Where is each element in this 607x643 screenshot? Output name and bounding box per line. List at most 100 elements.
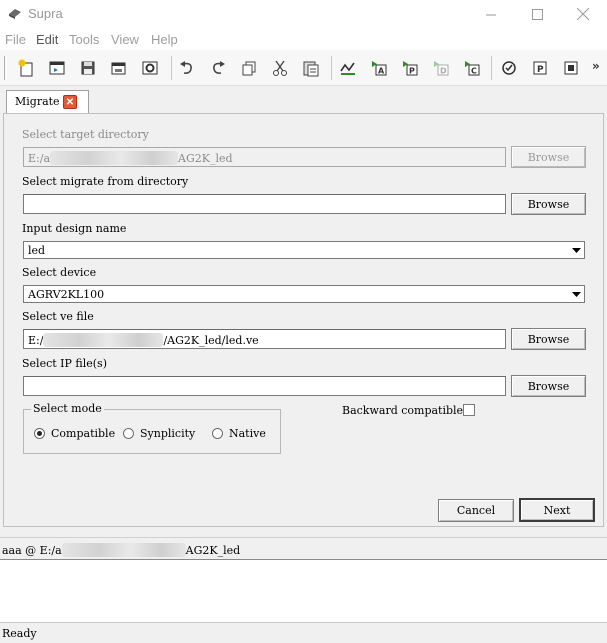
console-header: aaa @ E:/a AG2K_led <box>0 537 607 559</box>
settings-icon <box>142 61 158 75</box>
status-bar: Ready <box>0 624 607 643</box>
run-a-icon: A <box>372 61 387 76</box>
run-p-icon: P <box>403 61 418 76</box>
ip-files-label: Select IP file(s) <box>22 357 107 370</box>
design-name-label: Input design name <box>22 222 127 235</box>
device-value: AGRV2KL100 <box>28 288 105 301</box>
mode-group: Select mode Compatible Synplicity Native <box>23 402 281 454</box>
save-button[interactable] <box>78 58 98 78</box>
design-name-combo[interactable]: led <box>23 241 585 259</box>
menu-view[interactable]: View <box>111 32 139 47</box>
chevron-down-icon[interactable] <box>569 287 583 301</box>
migrate-from-input[interactable] <box>23 194 506 214</box>
svg-text:A: A <box>378 67 385 76</box>
redo-icon <box>213 61 225 74</box>
close-window-button[interactable] <box>560 0 606 28</box>
minimize-icon <box>485 14 496 15</box>
radio-indicator[interactable] <box>212 428 223 439</box>
menu-bar: File Edit Tools View Help <box>0 28 607 50</box>
svg-text:C: C <box>471 67 477 76</box>
toolbar-separator <box>331 56 332 80</box>
mode-legend: Select mode <box>31 402 104 415</box>
chip-button[interactable] <box>561 58 581 78</box>
chevron-down-icon[interactable] <box>569 243 583 257</box>
svg-text:P: P <box>409 67 415 76</box>
program-button[interactable]: P <box>530 58 550 78</box>
open-project-button[interactable] <box>47 58 67 78</box>
paste-button[interactable] <box>301 58 321 78</box>
status-text: Ready <box>2 627 37 640</box>
redacted-blur <box>43 333 164 347</box>
backward-compatible-label: Backward compatible <box>342 404 464 417</box>
radio-synplicity[interactable]: Synplicity <box>123 427 195 440</box>
close-icon <box>577 8 589 20</box>
save-as-icon <box>111 62 126 75</box>
paste-icon <box>303 61 319 77</box>
run-d-button[interactable]: D <box>431 58 451 78</box>
ve-file-value-prefix: E:/ <box>28 334 44 347</box>
app-icon <box>9 9 21 19</box>
radio-label: Compatible <box>51 427 116 440</box>
check-button[interactable] <box>499 58 519 78</box>
new-project-icon <box>18 59 33 77</box>
undo-icon <box>180 61 192 74</box>
backward-compatible-checkbox[interactable] <box>463 404 475 416</box>
toolbar-grip[interactable] <box>4 56 7 80</box>
tab-label: Migrate <box>15 95 60 108</box>
tab-close-icon[interactable]: ✕ <box>63 95 77 109</box>
run-p-button[interactable]: P <box>400 58 420 78</box>
maximize-button[interactable] <box>514 0 560 28</box>
run-c-button[interactable]: C <box>462 58 482 78</box>
target-dir-browse-button[interactable]: Browse <box>511 146 586 168</box>
cancel-button[interactable]: Cancel <box>438 499 514 522</box>
radio-compatible[interactable]: Compatible <box>34 427 115 440</box>
console-output[interactable] <box>0 559 607 623</box>
device-combo[interactable]: AGRV2KL100 <box>23 285 585 303</box>
redo-button[interactable] <box>208 58 228 78</box>
menu-help[interactable]: Help <box>151 32 178 47</box>
tab-migrate[interactable]: Migrate ✕ <box>6 90 89 114</box>
console-path: aaa @ E:/a AG2K_led <box>2 543 240 557</box>
toolbar: A P D C P » <box>0 50 607 86</box>
radio-label: Synplicity <box>140 427 196 440</box>
target-dir-label: Select target directory <box>22 128 149 141</box>
new-project-button[interactable] <box>16 58 36 78</box>
save-as-button[interactable] <box>109 58 129 78</box>
next-button[interactable]: Next <box>519 498 595 522</box>
radio-indicator[interactable] <box>123 428 134 439</box>
undo-button[interactable] <box>177 58 197 78</box>
copy-icon <box>242 61 256 76</box>
console-path-suffix: AG2K_led <box>185 544 241 557</box>
menu-tools[interactable]: Tools <box>69 32 99 47</box>
chip-icon <box>564 61 578 75</box>
menu-edit[interactable]: Edit <box>36 32 58 47</box>
copy-button[interactable] <box>239 58 259 78</box>
console-path-prefix: aaa @ E:/a <box>2 544 62 557</box>
run-a-button[interactable]: A <box>369 58 389 78</box>
target-dir-value-suffix: AG2K_led <box>178 152 233 165</box>
ve-file-browse-button[interactable]: Browse <box>511 328 586 350</box>
svg-text:D: D <box>440 67 447 76</box>
ve-file-input[interactable]: E:/ /AG2K_led/led.ve <box>23 329 506 349</box>
cut-icon <box>273 60 287 76</box>
ip-files-input[interactable] <box>23 376 506 396</box>
toolbar-overflow-button[interactable]: » <box>592 59 600 73</box>
open-project-icon <box>49 61 65 75</box>
program-icon: P <box>533 61 547 75</box>
synthesis-button[interactable] <box>338 58 358 78</box>
synthesis-icon <box>340 62 355 75</box>
radio-native[interactable]: Native <box>212 427 266 440</box>
run-d-icon: D <box>434 61 449 76</box>
migrate-from-browse-button[interactable]: Browse <box>511 193 586 215</box>
settings-button[interactable] <box>140 58 160 78</box>
radio-indicator[interactable] <box>34 428 45 439</box>
minimize-button[interactable] <box>468 0 514 28</box>
device-label: Select device <box>22 266 97 279</box>
cut-button[interactable] <box>270 58 290 78</box>
target-dir-field: E:/a AG2K_led <box>23 147 506 167</box>
design-name-value: led <box>28 244 46 257</box>
ip-files-browse-button[interactable]: Browse <box>511 375 586 397</box>
maximize-icon <box>531 8 543 20</box>
menu-file[interactable]: File <box>5 32 26 47</box>
radio-label: Native <box>229 427 266 440</box>
